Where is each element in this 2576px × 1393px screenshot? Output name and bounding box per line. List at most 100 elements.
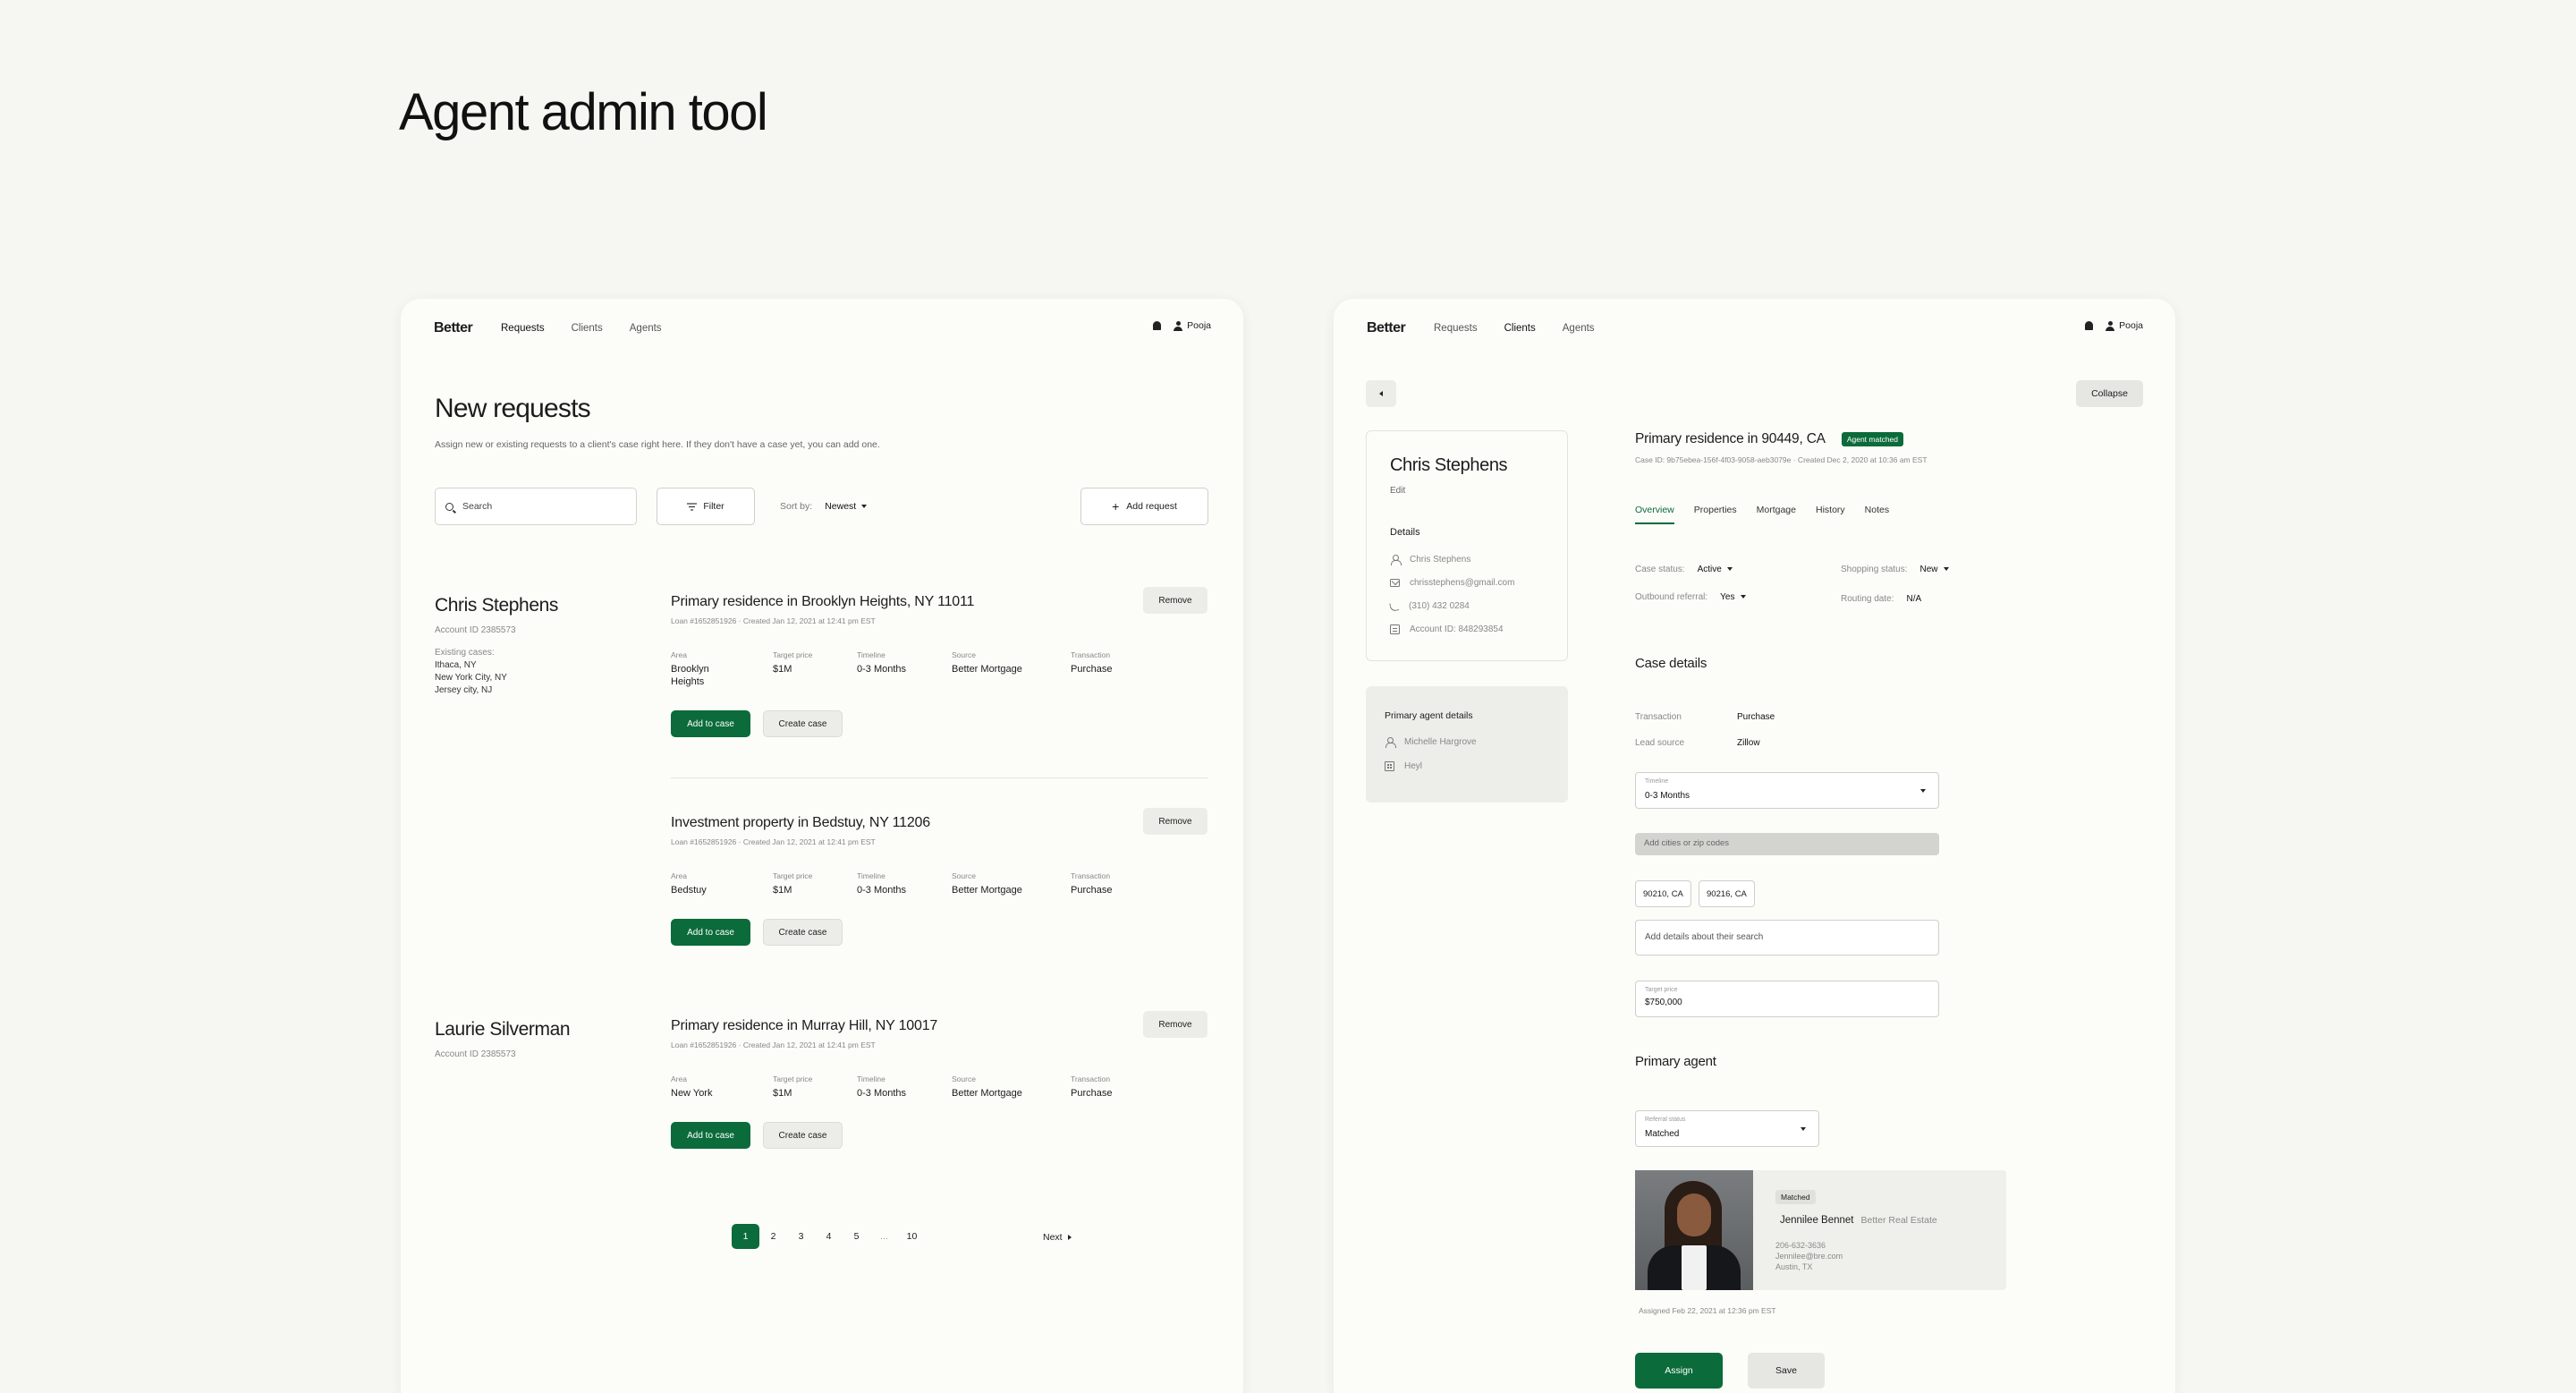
contact-phone[interactable]: (310) 432 0284	[1409, 601, 1470, 611]
sort-value: Newest	[825, 501, 857, 512]
tab-mortgage[interactable]: Mortgage	[1757, 505, 1796, 524]
phone-row: (310) 432 0284	[1389, 600, 1470, 612]
request-meta: Loan #1652851926 · Created Jan 12, 2021 …	[671, 837, 876, 846]
shopping-status-label: Shopping status:	[1841, 565, 1908, 574]
tab-properties[interactable]: Properties	[1694, 505, 1737, 524]
add-to-case-button[interactable]: Add to case	[671, 710, 750, 737]
create-case-button[interactable]: Create case	[763, 919, 843, 946]
referral-status-label: Referral status	[1645, 1117, 1686, 1123]
chevron-down-icon	[1801, 1127, 1806, 1131]
routing-date: Routing date: N/A	[1841, 594, 1921, 604]
assigned-timestamp: Assigned Feb 22, 2021 at 12:36 pm EST	[1639, 1306, 1776, 1315]
status-badge: Agent matched	[1841, 432, 1904, 446]
page-button[interactable]: 4	[815, 1224, 843, 1249]
request-fields: Area New York Target price $1M Timeline 0-3…	[671, 1074, 1208, 1100]
outbound-referral-value: Yes	[1720, 592, 1735, 602]
remove-button[interactable]: Remove	[1143, 808, 1208, 835]
request-actions: Add to case Create case	[671, 1122, 843, 1149]
nav-link-agents[interactable]: Agents	[1563, 323, 1595, 334]
next-page-button[interactable]: Next	[1043, 1232, 1072, 1243]
outbound-referral-label: Outbound referral:	[1635, 592, 1708, 602]
building-icon	[1385, 761, 1394, 771]
matched-badge: Matched	[1775, 1190, 1816, 1204]
tab-history[interactable]: History	[1816, 505, 1845, 524]
client-name[interactable]: Chris Stephens	[435, 595, 558, 616]
zip-chip[interactable]: 90210, CA	[1635, 880, 1691, 907]
cities-input[interactable]: Add cities or zip codes	[1635, 833, 1939, 855]
remove-button[interactable]: Remove	[1143, 587, 1208, 614]
case-status-dropdown[interactable]: Active	[1698, 565, 1733, 574]
bell-icon[interactable]	[2085, 321, 2094, 330]
nav-link-requests[interactable]: Requests	[1434, 323, 1478, 334]
client-case-screen: Better Requests Clients Agents Pooja Col…	[1334, 299, 2175, 1393]
field-value: $1M	[773, 1088, 792, 1099]
existing-case-link[interactable]: New York City, NY	[435, 672, 507, 684]
field-value: Purchase	[1071, 885, 1113, 896]
create-case-button[interactable]: Create case	[763, 710, 843, 737]
field-label: Transaction	[1071, 650, 1111, 659]
email-row: chrisstephens@gmail.com	[1390, 578, 1514, 588]
back-button[interactable]	[1366, 380, 1396, 407]
nav-link-requests[interactable]: Requests	[501, 323, 545, 334]
field-label: Area	[671, 871, 687, 880]
nav-link-clients[interactable]: Clients	[572, 323, 603, 334]
top-nav: Better Requests Clients Agents Pooja	[1334, 299, 2175, 361]
add-to-case-button[interactable]: Add to case	[671, 919, 750, 946]
nav-link-agents[interactable]: Agents	[630, 323, 662, 334]
account-row: Account ID: 848293854	[1390, 624, 1504, 634]
client-name[interactable]: Laurie Silverman	[435, 1019, 571, 1041]
page-button[interactable]: 10	[898, 1224, 926, 1249]
existing-case-link[interactable]: Ithaca, NY	[435, 659, 507, 672]
logo[interactable]: Better	[434, 320, 473, 336]
tab-overview[interactable]: Overview	[1635, 505, 1674, 524]
logo[interactable]: Better	[1367, 320, 1406, 336]
request-fields: Area Bedstuy Target price $1M Timeline 0-3 …	[671, 871, 1208, 896]
outbound-referral-dropdown[interactable]: Yes	[1720, 592, 1746, 602]
bell-icon[interactable]	[1153, 321, 1162, 330]
remove-button[interactable]: Remove	[1143, 1011, 1208, 1038]
page-button[interactable]: 2	[759, 1224, 787, 1249]
create-case-button[interactable]: Create case	[763, 1122, 843, 1149]
details-title: Details	[1390, 527, 1420, 538]
tab-notes[interactable]: Notes	[1865, 505, 1889, 524]
page-button[interactable]: 3	[787, 1224, 815, 1249]
filter-button[interactable]: Filter	[657, 488, 755, 525]
agent-card[interactable]: Matched Jennilee Bennet Better Real Esta…	[1635, 1170, 2006, 1290]
edit-link[interactable]: Edit	[1390, 486, 1405, 496]
add-to-case-button[interactable]: Add to case	[671, 1122, 750, 1149]
mail-icon	[1390, 579, 1400, 587]
page-button[interactable]: 5	[843, 1224, 870, 1249]
collapse-button[interactable]: Collapse	[2076, 380, 2143, 407]
existing-case-link[interactable]: Jersey city, NJ	[435, 684, 507, 697]
field-timeline: Timeline 0-3 Months	[857, 1074, 952, 1100]
transaction-row: Transaction Purchase	[1635, 712, 1775, 722]
chevron-down-icon	[861, 505, 868, 509]
outbound-referral: Outbound referral: Yes	[1635, 592, 1746, 602]
add-request-button[interactable]: + Add request	[1080, 488, 1208, 525]
assign-button[interactable]: Assign	[1635, 1353, 1723, 1389]
field-label: Area	[671, 650, 687, 659]
target-price-input[interactable]: Target price $750,000	[1635, 981, 1939, 1017]
save-button[interactable]: Save	[1748, 1353, 1825, 1389]
primary-agent-title: Primary agent	[1635, 1054, 1716, 1069]
timeline-select[interactable]: Timeline 0-3 Months	[1635, 772, 1939, 809]
user-menu[interactable]: Pooja	[1174, 320, 1211, 331]
sort-dropdown[interactable]: Newest	[825, 501, 868, 512]
target-price-label: Target price	[1645, 987, 1678, 993]
request-actions: Add to case Create case	[671, 710, 843, 737]
agent-photo-face	[1677, 1193, 1711, 1236]
contact-email[interactable]: chrisstephens@gmail.com	[1410, 578, 1514, 588]
request-meta: Loan #1652851926 · Created Jan 12, 2021 …	[671, 1041, 876, 1049]
page-button[interactable]: 1	[732, 1224, 759, 1249]
primary-agent-details: Primary agent details Michelle Hargrove …	[1366, 686, 1568, 803]
search-details-input[interactable]: Add details about their search	[1635, 920, 1939, 956]
search-input[interactable]: Search	[435, 488, 637, 525]
field-label: Source	[952, 1074, 976, 1083]
zip-chip[interactable]: 90216, CA	[1699, 880, 1755, 907]
user-menu[interactable]: Pooja	[2106, 320, 2143, 331]
referral-status-select[interactable]: Referral status Matched	[1635, 1110, 1819, 1147]
shopping-status-dropdown[interactable]: New	[1920, 565, 1949, 574]
field-label: Target price	[773, 650, 813, 659]
nav-link-clients[interactable]: Clients	[1504, 323, 1536, 334]
contact-name: Chris Stephens	[1410, 555, 1471, 565]
